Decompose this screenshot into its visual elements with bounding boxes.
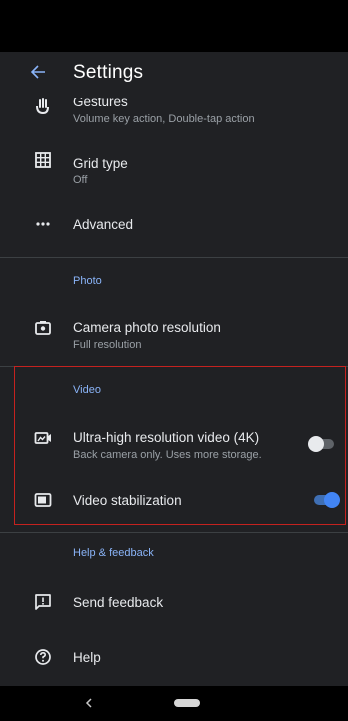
grid-icon: [35, 152, 51, 168]
gesture-hand-icon: [36, 98, 49, 115]
camera-photo-resolution-summary: Full resolution: [73, 339, 142, 351]
page-title: Settings: [73, 62, 144, 83]
more-horiz-icon: [36, 222, 50, 226]
video-section-highlight: [14, 366, 346, 525]
status-bar: [0, 0, 348, 52]
help-label: Help: [73, 650, 101, 665]
settings-item-help[interactable]: Help: [0, 645, 348, 669]
settings-item-send-feedback[interactable]: Send feedback: [0, 590, 348, 614]
settings-item-camera-photo-resolution[interactable]: Camera photo resolution Full resolution: [0, 314, 348, 354]
app-bar: Settings: [0, 52, 348, 98]
settings-item-grid-type[interactable]: Grid type Off: [0, 147, 348, 191]
settings-item-advanced[interactable]: Advanced: [0, 212, 348, 236]
divider: [0, 257, 348, 258]
arrow-back-icon[interactable]: [30, 64, 46, 80]
nav-home-pill-icon[interactable]: [174, 699, 200, 707]
camera-photo-resolution-label: Camera photo resolution: [73, 320, 221, 335]
advanced-label: Advanced: [73, 217, 134, 232]
send-feedback-label: Send feedback: [73, 595, 164, 610]
help-icon: [35, 649, 51, 665]
grid-type-summary: Off: [73, 174, 88, 186]
settings-screen: Gestures Volume key action, Double-tap a…: [0, 52, 348, 686]
feedback-icon: [35, 594, 51, 610]
section-header-help-feedback: Help & feedback: [73, 547, 154, 559]
nav-back-icon[interactable]: [84, 695, 94, 711]
grid-type-label: Grid type: [73, 156, 128, 171]
settings-item-gestures[interactable]: Gestures Volume key action, Double-tap a…: [0, 92, 348, 132]
section-header-photo: Photo: [73, 275, 102, 287]
camera-icon: [35, 321, 51, 335]
system-nav-bar: [0, 686, 348, 721]
gestures-summary: Volume key action, Double-tap action: [73, 113, 255, 125]
divider: [0, 532, 348, 533]
